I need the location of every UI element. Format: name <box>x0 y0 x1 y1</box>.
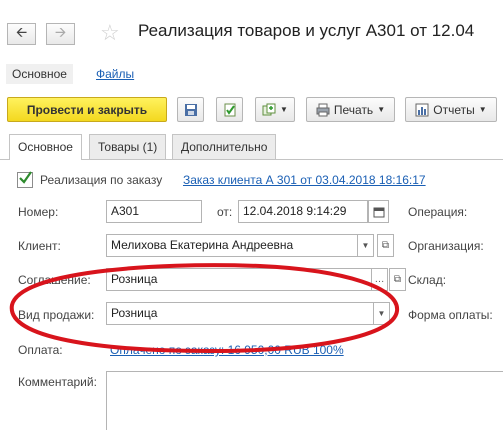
annotation-ellipse <box>9 263 400 354</box>
